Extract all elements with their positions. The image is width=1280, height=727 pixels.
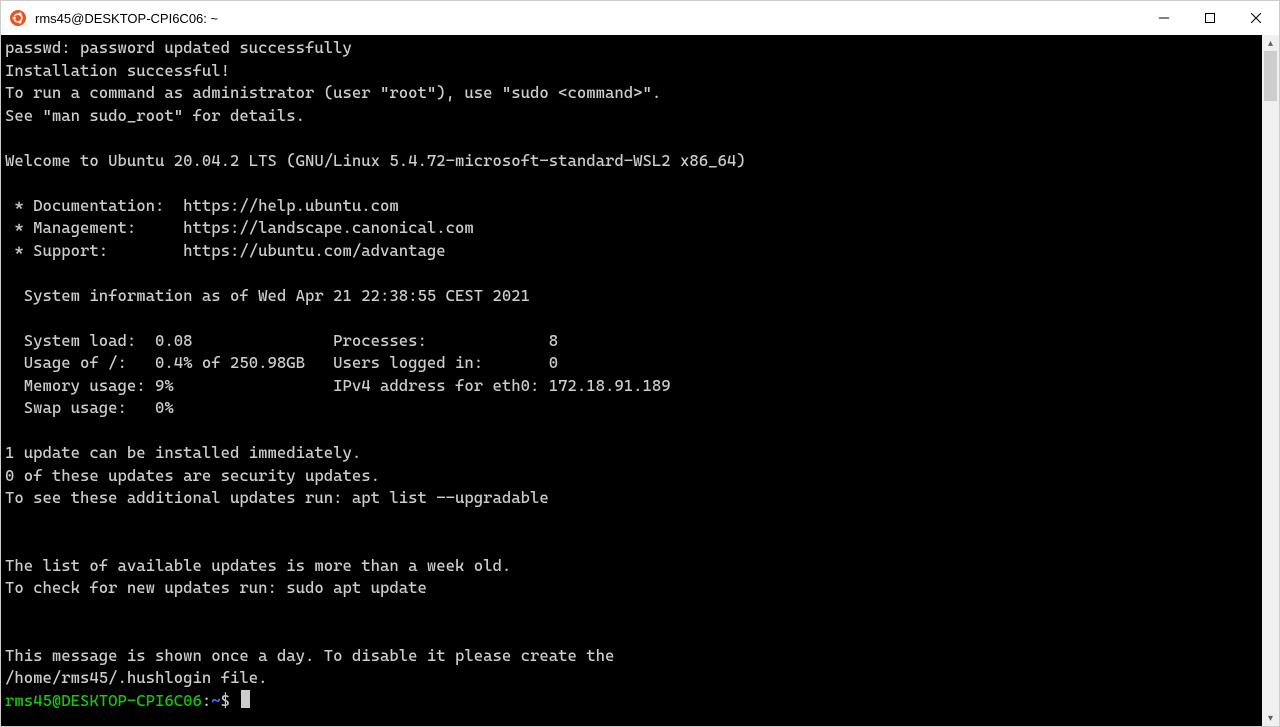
terminal-line: 0 of these updates are security updates.: [5, 465, 1262, 488]
terminal-line: Swap usage: 0%: [5, 397, 1262, 420]
terminal-line: * Management: https://landscape.canonica…: [5, 217, 1262, 240]
terminal-line: [5, 420, 1262, 443]
terminal-window: rms45@DESKTOP-CPI6C06: ~ passwd: passwor…: [0, 0, 1280, 727]
terminal-line: To see these additional updates run: apt…: [5, 487, 1262, 510]
scroll-thumb[interactable]: [1264, 51, 1277, 101]
scroll-up-icon[interactable]: ▴: [1262, 35, 1279, 51]
terminal-line: [5, 307, 1262, 330]
terminal-line: The list of available updates is more th…: [5, 555, 1262, 578]
terminal-line: System information as of Wed Apr 21 22:3…: [5, 285, 1262, 308]
window-title: rms45@DESKTOP-CPI6C06: ~: [35, 11, 1141, 26]
terminal-line: [5, 262, 1262, 285]
terminal-prompt[interactable]: rms45@DESKTOP-CPI6C06:~$: [5, 690, 1262, 713]
cursor: [241, 690, 250, 708]
terminal-line: [5, 600, 1262, 623]
minimize-button[interactable]: [1141, 1, 1187, 35]
prompt-path: ~: [211, 691, 220, 710]
window-controls: [1141, 1, 1279, 35]
terminal-line: Usage of /: 0.4% of 250.98GB Users logge…: [5, 352, 1262, 375]
prompt-separator: :: [202, 691, 211, 710]
prompt-user-host: rms45@DESKTOP-CPI6C06: [5, 691, 202, 710]
terminal-line: * Documentation: https://help.ubuntu.com: [5, 195, 1262, 218]
titlebar[interactable]: rms45@DESKTOP-CPI6C06: ~: [1, 1, 1279, 35]
terminal-line: Installation successful!: [5, 60, 1262, 83]
terminal-line: [5, 510, 1262, 533]
terminal-line: /home/rms45/.hushlogin file.: [5, 667, 1262, 690]
terminal-line: [5, 532, 1262, 555]
client-area: passwd: password updated successfullyIns…: [1, 35, 1279, 726]
prompt-symbol: $: [221, 691, 230, 710]
scrollbar[interactable]: ▴ ▾: [1262, 35, 1279, 726]
terminal-line: [5, 127, 1262, 150]
terminal-line: [5, 622, 1262, 645]
terminal-line: Memory usage: 9% IPv4 address for eth0: …: [5, 375, 1262, 398]
close-button[interactable]: [1233, 1, 1279, 35]
terminal-line: System load: 0.08 Processes: 8: [5, 330, 1262, 353]
terminal-line: Welcome to Ubuntu 20.04.2 LTS (GNU/Linux…: [5, 150, 1262, 173]
terminal-line: 1 update can be installed immediately.: [5, 442, 1262, 465]
maximize-button[interactable]: [1187, 1, 1233, 35]
scroll-down-icon[interactable]: ▾: [1262, 710, 1279, 726]
terminal-line: To run a command as administrator (user …: [5, 82, 1262, 105]
ubuntu-icon: [9, 9, 27, 27]
terminal-line: * Support: https://ubuntu.com/advantage: [5, 240, 1262, 263]
terminal-line: See "man sudo_root" for details.: [5, 105, 1262, 128]
terminal-output[interactable]: passwd: password updated successfullyIns…: [1, 35, 1262, 726]
terminal-line: This message is shown once a day. To dis…: [5, 645, 1262, 668]
terminal-line: passwd: password updated successfully: [5, 37, 1262, 60]
terminal-line: [5, 172, 1262, 195]
terminal-line: To check for new updates run: sudo apt u…: [5, 577, 1262, 600]
